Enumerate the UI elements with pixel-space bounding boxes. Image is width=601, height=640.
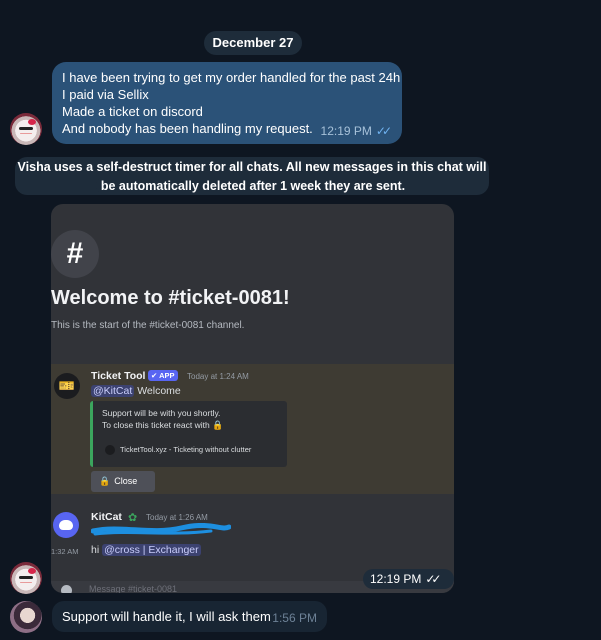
- embed-line: Support will be with you shortly.: [102, 408, 221, 418]
- embed-line: To close this ticket react with 🔒: [102, 419, 278, 431]
- double-check-icon: ✓✓: [425, 572, 441, 586]
- screenshot-image-message[interactable]: # Welcome to #ticket-0081! This is the s…: [51, 204, 454, 593]
- message-placeholder: Message #ticket-0081: [89, 584, 178, 593]
- user-name: KitCat: [91, 511, 122, 523]
- welcome-text: Welcome: [137, 385, 181, 397]
- date-separator: December 27: [204, 31, 302, 55]
- discord-avatar: [53, 512, 79, 538]
- redaction-scribble: [91, 523, 231, 536]
- channel-hash-icon: #: [51, 230, 99, 278]
- service-text-line2: be automatically deleted after 1 week th…: [100, 179, 406, 193]
- lock-icon: 🔒: [99, 476, 111, 486]
- channel-welcome-subtitle: This is the start of the #ticket-0081 ch…: [51, 320, 245, 331]
- greeting-text: hi: [91, 544, 100, 556]
- image-message-meta: 12:19 PM ✓✓: [363, 569, 454, 589]
- embed-line-text: To close this ticket react with: [102, 420, 210, 430]
- side-timestamp: 1:32 AM: [51, 547, 79, 556]
- service-message-line2: be automatically deleted after 1 week th…: [96, 176, 410, 195]
- plus-icon: [61, 585, 72, 593]
- embed-footer: TicketTool.xyz - Ticketing without clutt…: [105, 444, 251, 456]
- user-mention: @cross | Exchanger: [102, 544, 201, 556]
- close-ticket-button: 🔒 Close: [91, 471, 155, 492]
- message-meta: 12:19 PM ✓✓: [320, 123, 393, 140]
- message-line: I have been trying to get my order handl…: [62, 70, 401, 85]
- ticket-tool-message: 🎫 Ticket Tool ✔ APP Today at 1:24 AM @Ki…: [51, 364, 454, 494]
- close-label: Close: [114, 476, 138, 486]
- message-line: I paid via Sellix: [62, 87, 149, 102]
- message-time: 12:19 PM: [320, 124, 372, 138]
- lock-icon: 🔒: [212, 420, 224, 430]
- message-timestamp: Today at 1:24 AM: [187, 372, 249, 381]
- contact-avatar[interactable]: [10, 601, 42, 633]
- embed-footer-text: TicketTool.xyz - Ticketing without clutt…: [120, 445, 252, 454]
- bot-name: Ticket Tool: [91, 370, 146, 382]
- sender-avatar[interactable]: [10, 562, 42, 594]
- user-message-text: hi @cross | Exchanger: [91, 544, 201, 556]
- outgoing-message[interactable]: I have been trying to get my order handl…: [52, 62, 402, 144]
- bot-message-text: @KitCat Welcome: [91, 385, 181, 397]
- message-text: Support will handle it, I will ask them: [62, 609, 271, 624]
- message-timestamp: Today at 1:26 AM: [146, 513, 208, 522]
- app-badge: ✔ APP: [148, 370, 178, 381]
- message-time: 12:19 PM: [370, 572, 422, 586]
- bot-embed: Support will be with you shortly. To clo…: [90, 401, 287, 467]
- service-text-line1: Visha uses a self-destruct timer for all…: [17, 160, 487, 174]
- message-line: Made a ticket on discord: [62, 104, 203, 119]
- ticket-icon: 🎫: [54, 373, 80, 399]
- message-time: 1:56 PM: [272, 611, 317, 625]
- tickettool-icon: [105, 445, 115, 456]
- sender-avatar[interactable]: [10, 113, 42, 145]
- incoming-message[interactable]: Support will handle it, I will ask them …: [52, 601, 327, 632]
- user-mention: @KitCat: [91, 385, 135, 397]
- double-check-icon: ✓✓: [375, 124, 392, 138]
- channel-welcome-title: Welcome to #ticket-0081!: [51, 287, 290, 309]
